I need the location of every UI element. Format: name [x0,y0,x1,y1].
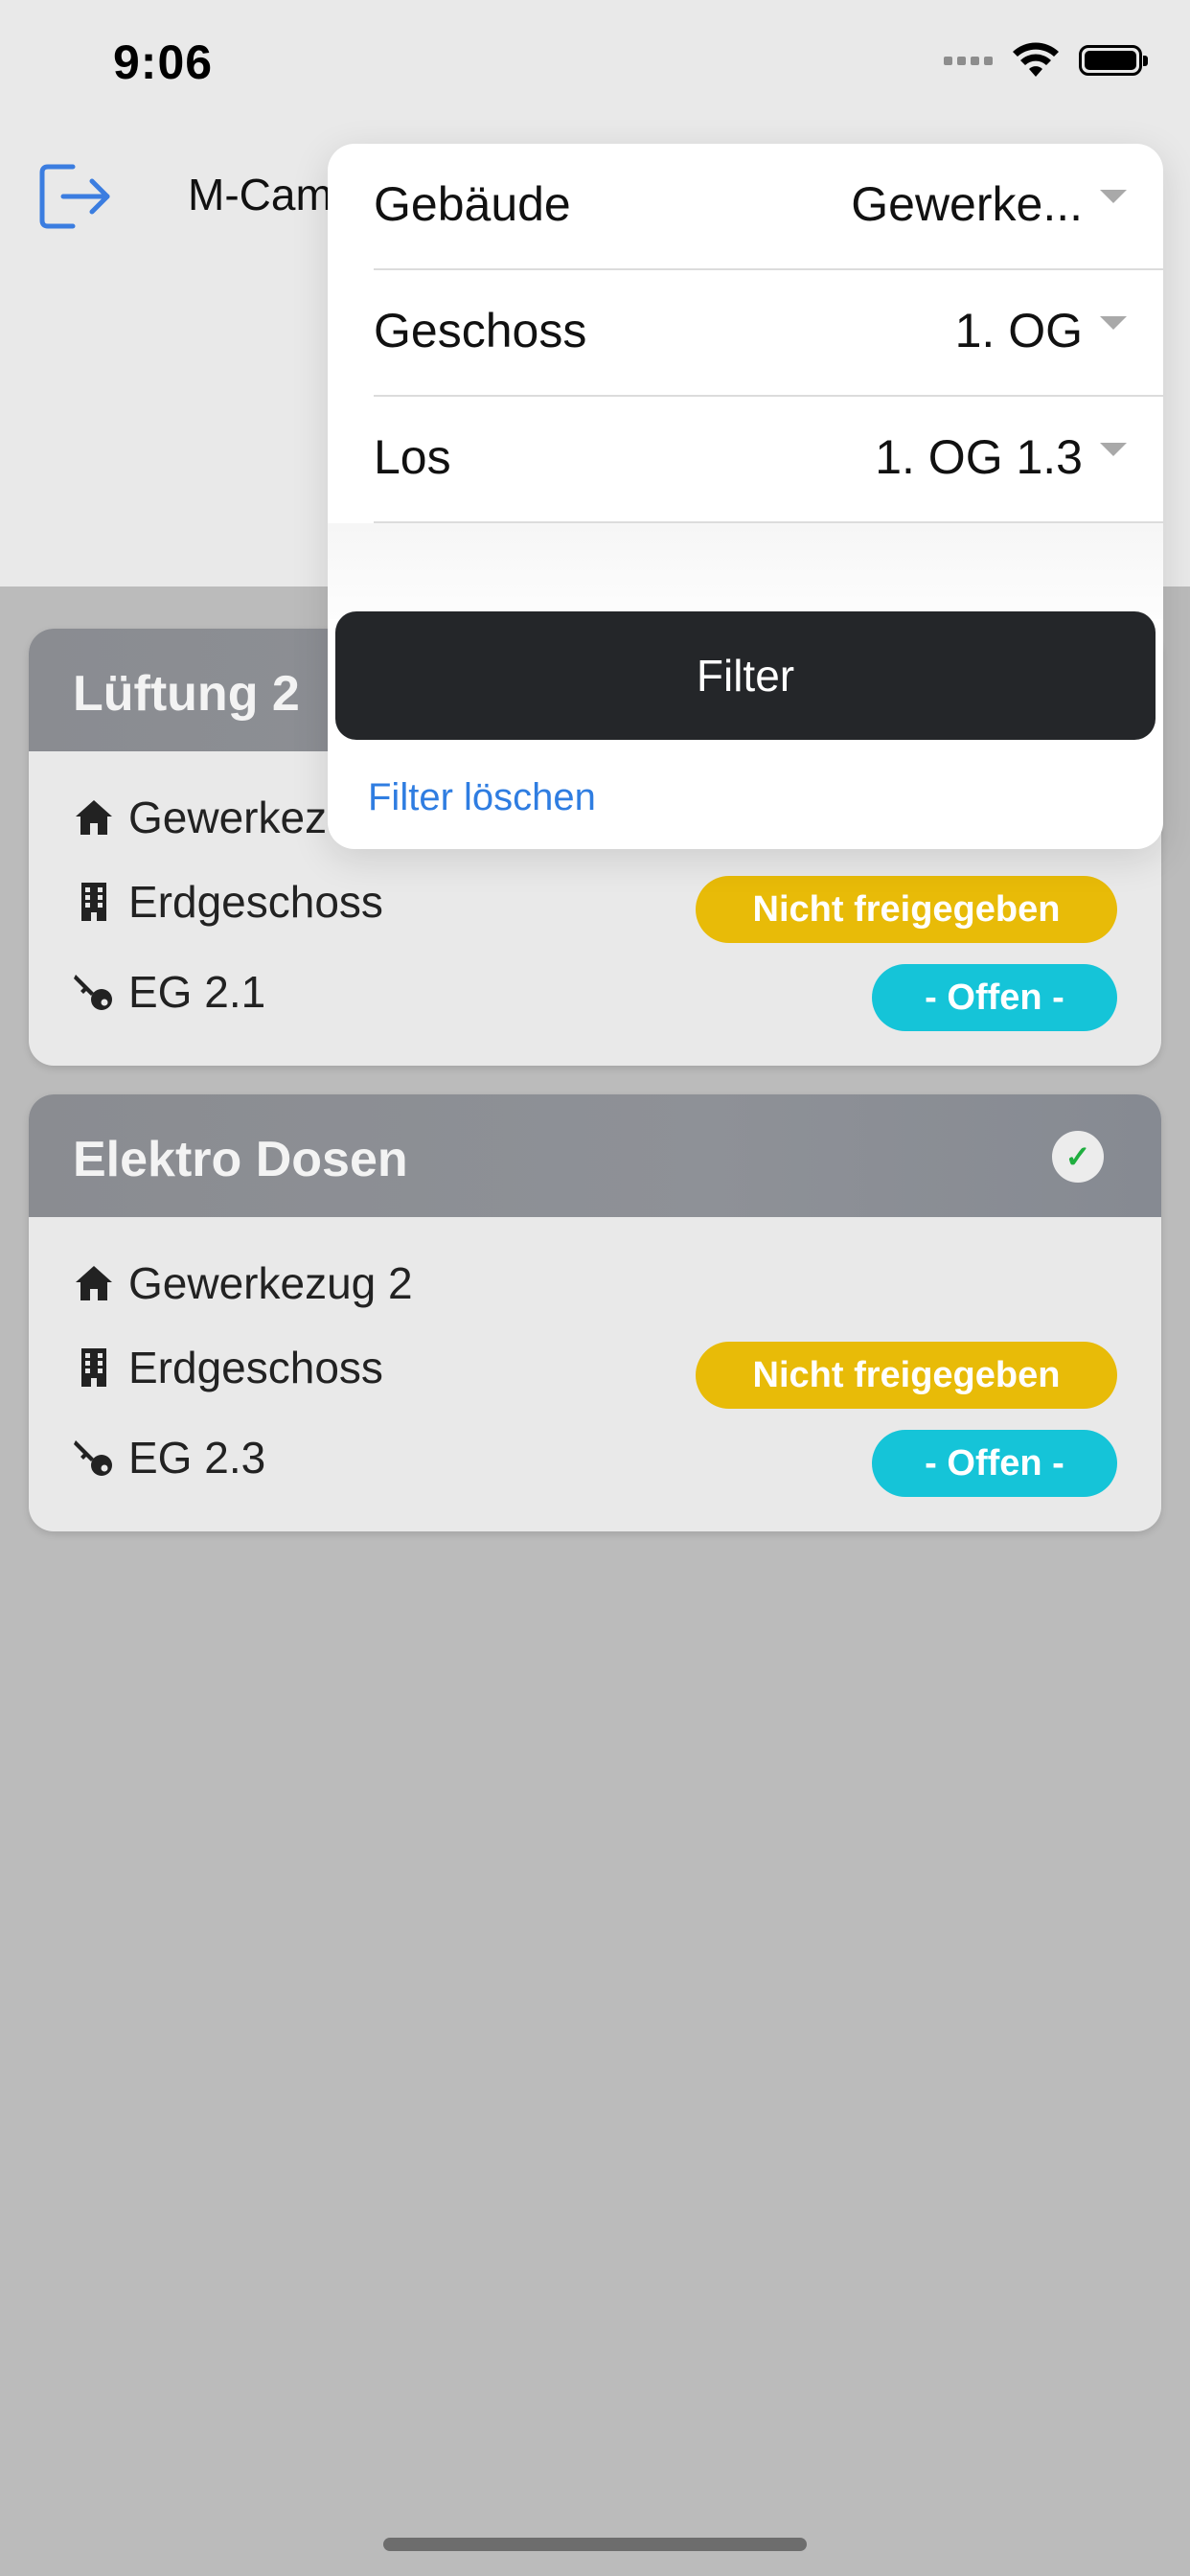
release-status-badge: Nicht freigegeben [696,1342,1117,1409]
card-title: Elektro Dosen [73,1132,408,1187]
filter-label: Geschoss [374,304,587,357]
popover-divider-area [328,523,1163,619]
floor-text: Erdgeschoss [128,877,383,927]
status-icons [944,42,1148,79]
building-icon [81,1348,106,1387]
building-row: Gewerkezug 2 [73,1257,413,1309]
filter-label: Gebäude [374,177,571,231]
logout-icon[interactable] [38,161,115,232]
filter-value[interactable]: 1. OG [955,303,1083,358]
caret-down-icon[interactable] [1100,443,1127,456]
filter-label: Los [374,430,451,484]
status-time: 9:06 [113,35,214,89]
card-header: Elektro Dosen ✓ [29,1094,1161,1217]
filter-popover: Gebäude Gewerke... Geschoss 1. OG Los 1.… [328,144,1163,849]
caret-down-icon[interactable] [1100,316,1127,330]
floor-row: Erdgeschoss [73,1342,383,1393]
lot-row: EG 2.3 [73,1432,265,1484]
battery-icon [1079,45,1148,76]
lot-row: EG 2.1 [73,966,265,1018]
release-status-badge: Nicht freigegeben [696,876,1117,943]
wifi-icon [1013,42,1059,77]
filter-button[interactable]: Filter [335,611,1156,740]
home-indicator[interactable] [383,2538,807,2551]
caret-down-icon[interactable] [1100,190,1127,203]
key-icon [74,1440,112,1476]
state-badge: - Offen - [872,964,1117,1031]
key-icon [74,975,112,1010]
lot-text: EG 2.3 [128,1433,266,1483]
check-icon: ✓ [1052,1131,1104,1183]
clear-filter-link[interactable]: Filter löschen [368,776,596,819]
signal-icon [944,56,993,65]
filter-row-floor[interactable]: Geschoss 1. OG [374,270,1163,397]
filter-value[interactable]: 1. OG 1.3 [875,429,1083,485]
floor-row: Erdgeschoss [73,876,383,928]
floor-text: Erdgeschoss [128,1343,383,1392]
filter-row-building[interactable]: Gebäude Gewerke... [374,144,1163,270]
home-icon [76,1266,112,1300]
filter-row-lot[interactable]: Los 1. OG 1.3 [374,397,1163,523]
building-text: Gewerkezug 2 [128,1258,413,1308]
app-screen: 9:06 M-Campus Lüftung 2 Gewerkezug 2 Erd… [0,0,1190,2576]
home-icon [76,800,112,835]
task-card[interactable]: Elektro Dosen ✓ Gewerkezug 2 Erdgeschoss [29,1094,1161,1531]
card-title: Lüftung 2 [73,666,300,722]
filter-value[interactable]: Gewerke... [851,176,1083,232]
lot-text: EG 2.1 [128,967,266,1017]
building-icon [81,883,106,921]
state-badge: - Offen - [872,1430,1117,1497]
